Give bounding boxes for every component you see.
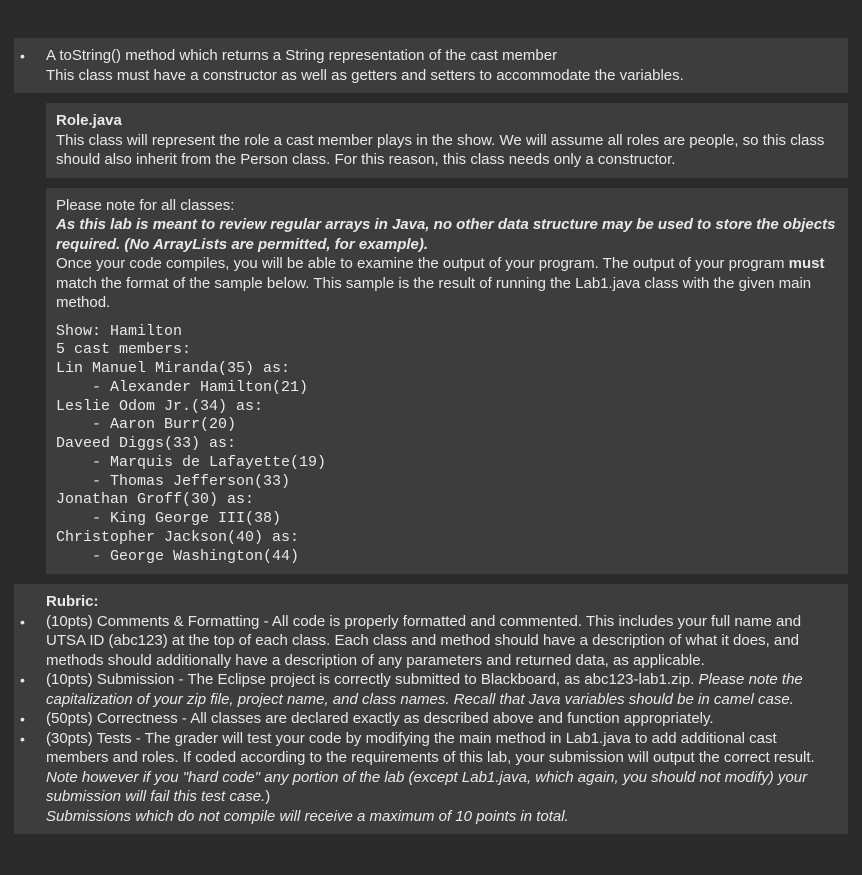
rubric-title: Rubric:: [46, 592, 838, 612]
role-desc: This class will represent the role a cas…: [56, 131, 838, 170]
bullet-icon: •: [14, 709, 46, 728]
note-label: Please note for all classes:: [56, 196, 838, 216]
r2-pre: (10pts) Submission - The Eclipse project…: [46, 671, 699, 688]
section-role: Role.java This class will represent the …: [46, 103, 848, 178]
bullet-icon: •: [14, 729, 46, 748]
r4-post: ): [265, 788, 270, 805]
role-title: Role.java: [56, 111, 838, 131]
bullet-icon: •: [14, 612, 46, 631]
top-spacer: [0, 0, 862, 28]
bullet-icon: •: [14, 670, 46, 689]
compile-must: must: [789, 255, 825, 272]
section-tostring: • A toString() method which returns a St…: [14, 38, 848, 93]
r5-ital: Submissions which do not compile will re…: [46, 807, 838, 827]
section-rubric: Rubric: • (10pts) Comments & Formatting …: [14, 584, 848, 834]
bullet-content: A toString() method which returns a Stri…: [46, 46, 838, 85]
rubric-item-1: • (10pts) Comments & Formatting - All co…: [14, 612, 838, 671]
rubric-4-text: (30pts) Tests - The grader will test you…: [46, 729, 838, 827]
rubric-item-2: • (10pts) Submission - The Eclipse proje…: [14, 670, 838, 709]
note-compile: Once your code compiles, you will be abl…: [56, 254, 838, 313]
rubric-3-text: (50pts) Correctness - All classes are de…: [46, 709, 838, 729]
rubric-1-text: (10pts) Comments & Formatting - All code…: [46, 612, 838, 671]
note-emph: As this lab is meant to review regular a…: [56, 215, 838, 254]
rubric-item-4: • (30pts) Tests - The grader will test y…: [14, 729, 838, 827]
bullet-icon: •: [14, 46, 46, 65]
tostring-line1: A toString() method which returns a Stri…: [46, 46, 838, 66]
r4-pre: (30pts) Tests - The grader will test you…: [46, 730, 815, 767]
rubric-2-text: (10pts) Submission - The Eclipse project…: [46, 670, 838, 709]
r4-ital: Note however if you "hard code" any port…: [46, 769, 807, 806]
compile-pre: Once your code compiles, you will be abl…: [56, 255, 789, 272]
rubric-item-3: • (50pts) Correctness - All classes are …: [14, 709, 838, 729]
compile-post: match the format of the sample below. Th…: [56, 275, 811, 312]
sample-output: Show: Hamilton 5 cast members: Lin Manue…: [56, 323, 838, 567]
tostring-line2: This class must have a constructor as we…: [46, 66, 838, 86]
section-note: Please note for all classes: As this lab…: [46, 188, 848, 575]
